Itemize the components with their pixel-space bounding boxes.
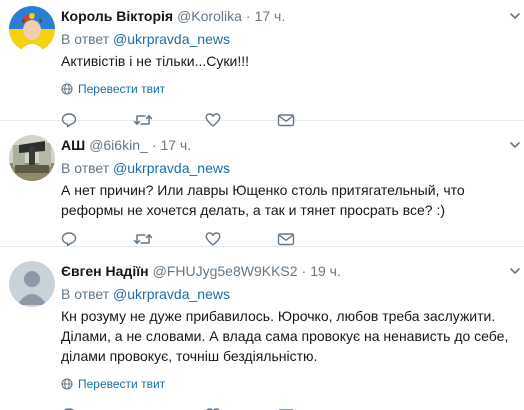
- reply-prefix: В ответ: [61, 286, 110, 302]
- direct-message-button[interactable]: [277, 230, 349, 248]
- author-name[interactable]: Євген Надіїн: [61, 262, 149, 280]
- translate-link[interactable]: Перевести твит: [61, 82, 514, 96]
- reply-prefix: В ответ: [61, 31, 110, 47]
- like-button[interactable]: [205, 406, 277, 410]
- reply-mention-link[interactable]: @ukrpravda_news: [113, 31, 230, 47]
- timestamp[interactable]: 19 ч.: [310, 262, 341, 280]
- avatar[interactable]: [9, 261, 55, 307]
- reply-prefix: В ответ: [61, 160, 110, 176]
- tweet[interactable]: АШ @6i6kin_ · 17 ч. В ответ @ukrpravda_n…: [0, 121, 524, 247]
- tweet-text: А нет причин? Или лавры Ющенко столь при…: [61, 182, 465, 218]
- author-name[interactable]: Король Вікторія: [61, 7, 173, 25]
- like-button[interactable]: [205, 230, 277, 248]
- avatar[interactable]: [9, 135, 55, 181]
- author-name[interactable]: АШ: [61, 136, 85, 154]
- retweet-button[interactable]: [133, 406, 205, 410]
- timestamp[interactable]: 17 ч.: [255, 7, 286, 25]
- retweet-button[interactable]: [133, 230, 205, 248]
- tweet-actions: [61, 406, 514, 410]
- reply-button[interactable]: [61, 230, 133, 248]
- tweet[interactable]: Євген Надіїн @FHUJyg5e8W9KKS2 · 19 ч. В …: [0, 247, 524, 410]
- like-icon: [205, 232, 221, 246]
- translate-label: Перевести твит: [78, 82, 166, 96]
- separator-dot: ·: [301, 263, 307, 279]
- message-icon: [277, 233, 295, 246]
- tweet-header: Євген Надіїн @FHUJyg5e8W9KKS2 · 19 ч.: [61, 262, 514, 280]
- chevron-down-icon[interactable]: [508, 264, 522, 278]
- globe-icon: [61, 378, 73, 390]
- chevron-down-icon[interactable]: [508, 138, 522, 152]
- globe-icon: [61, 83, 73, 95]
- separator-dot: ·: [151, 137, 157, 153]
- tweet-feed: Король Вікторія @Korolika · 17 ч. В отве…: [0, 0, 524, 410]
- reply-mention-link[interactable]: @ukrpravda_news: [113, 286, 230, 302]
- tweet[interactable]: Король Вікторія @Korolika · 17 ч. В отве…: [0, 0, 524, 128]
- tweet-text: Активістів і не тільки...Суки!!!: [61, 53, 249, 69]
- timestamp[interactable]: 17 ч.: [160, 136, 191, 154]
- tweet-header: АШ @6i6kin_ · 17 ч.: [61, 136, 514, 154]
- separator-dot: ·: [245, 8, 251, 24]
- translate-link[interactable]: Перевести твит: [61, 377, 514, 391]
- reply-context: В ответ @ukrpravda_news: [61, 285, 514, 303]
- author-handle[interactable]: @FHUJyg5e8W9KKS2: [153, 262, 298, 280]
- direct-message-button[interactable]: [277, 406, 349, 410]
- reply-context: В ответ @ukrpravda_news: [61, 30, 514, 48]
- chevron-down-icon[interactable]: [508, 9, 522, 23]
- reply-context: В ответ @ukrpravda_news: [61, 159, 514, 177]
- tweet-header: Король Вікторія @Korolika · 17 ч.: [61, 7, 514, 25]
- author-handle[interactable]: @Korolika: [177, 7, 242, 25]
- tweet-text: Кн розуму не дуже прибавилось. Юрочко, л…: [61, 308, 509, 364]
- reply-icon: [61, 232, 77, 247]
- translate-label: Перевести твит: [78, 377, 166, 391]
- retweet-icon: [133, 234, 153, 244]
- reply-button[interactable]: [61, 406, 133, 410]
- tweet-actions: [61, 230, 514, 248]
- reply-mention-link[interactable]: @ukrpravda_news: [113, 160, 230, 176]
- author-handle[interactable]: @6i6kin_: [89, 136, 148, 154]
- avatar[interactable]: [9, 6, 55, 52]
